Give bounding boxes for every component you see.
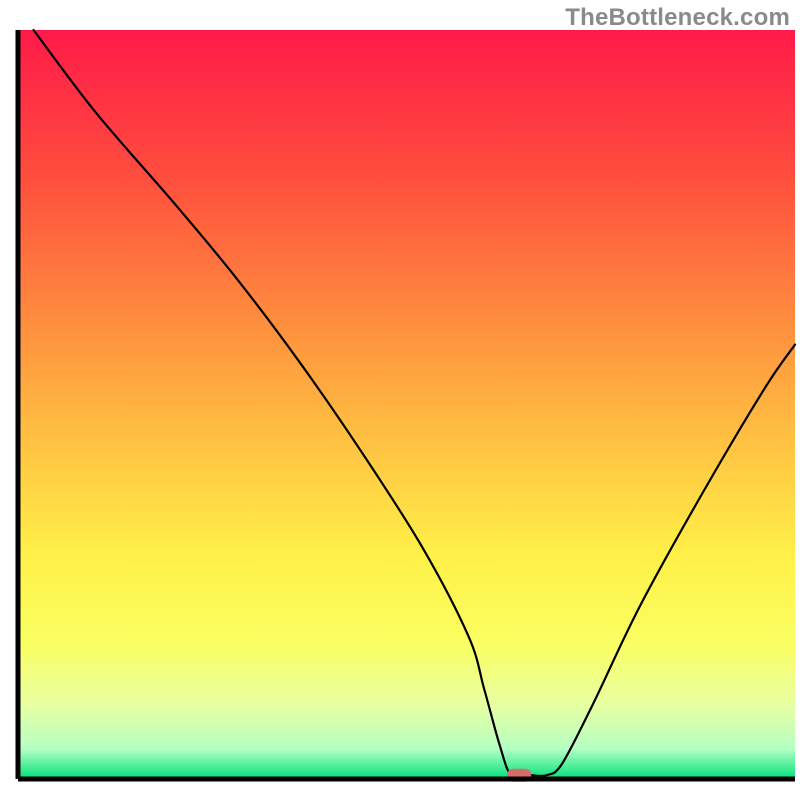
plot-background [18,30,795,779]
watermark-text: TheBottleneck.com [565,4,790,32]
bottleneck-chart [0,0,800,800]
